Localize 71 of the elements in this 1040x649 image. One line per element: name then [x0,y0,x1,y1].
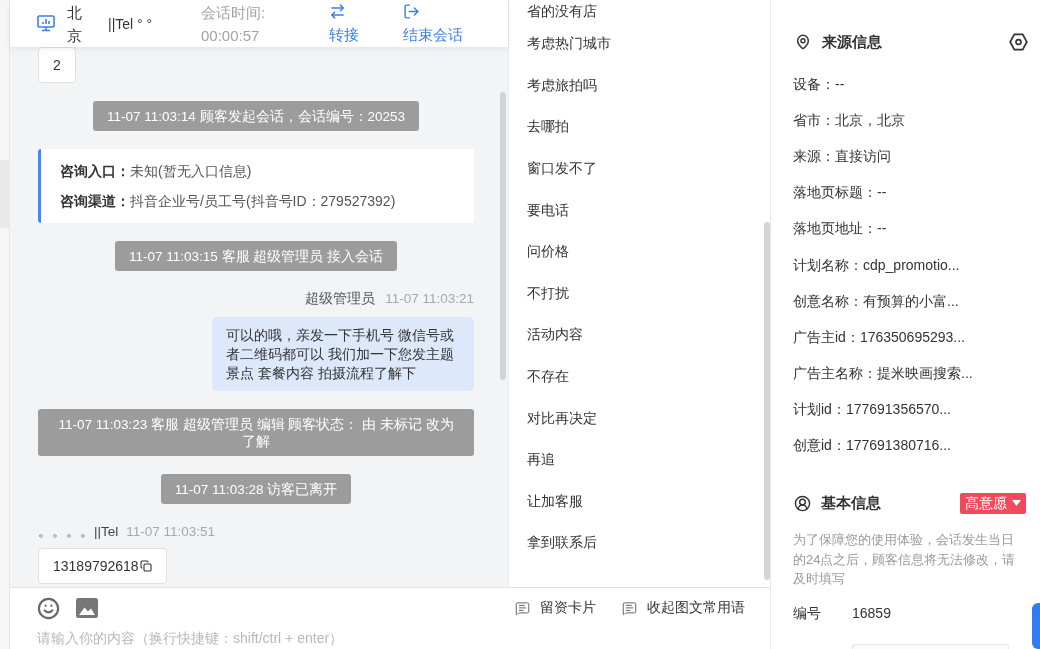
visitor-name: ||Tel ° ° [108,15,153,32]
field-value: 16859 [852,604,891,624]
image-icon[interactable] [76,598,98,618]
input-field[interactable]: 请输入你的内容（换行快捷键：shift/ctrl + enter） [37,628,737,648]
monitor-icon [37,15,55,32]
source-info-row-text: 落地页地址：-- [793,219,887,239]
copy-icon[interactable] [139,560,152,572]
location-text: 北京 [67,2,82,46]
phrase-item[interactable]: 考虑热门城市 [527,33,611,55]
message-icon [622,600,637,616]
caret-icon [1012,500,1021,507]
phrase-item[interactable]: 让加客服 [527,490,583,512]
phrase-item[interactable]: 去哪拍 [527,116,569,138]
composer-tool-button[interactable]: 收起图文常用语 [622,597,745,619]
message-icon [515,600,530,616]
phrase-item[interactable]: 对比再决定 [527,407,597,429]
input-field[interactable] [852,643,1009,649]
settings-icon[interactable] [1009,33,1028,51]
notice-text: 为了保障您的使用体验，会话发生当日的24点之后，顾客信息将无法修改，请及时填写 [793,531,1017,589]
source-info-row-text: 广告主id：176350695293... [793,327,965,347]
message-time: 11-07 11:03:21 [385,289,474,308]
phrase-item[interactable]: 不存在 [527,366,569,388]
system-notice: 11-07 11:03:15 客服 超级管理员 接入会话 [114,241,398,271]
phrase-item[interactable]: 问价格 [527,241,569,263]
phrase-item[interactable]: 再追 [527,449,555,471]
field-label: 编号 [793,604,822,624]
phrase-item[interactable]: 拿到联系后 [527,532,597,554]
phrase-item[interactable]: 省的没有店 [527,1,597,22]
info-label: 咨询渠道： [60,191,130,211]
source-info-row-text: 创意名称：有预算的小富... [793,291,959,311]
intent-tag-dropdown[interactable]: 高意愿 [960,492,1026,514]
system-notice: 11-07 11:03:28 访客已离开 [160,474,352,504]
system-notice: 11-07 11:03:23 客服 超级管理员 编辑 顾客状态： 由 未标记 改为了解 [38,409,474,456]
scrollbar-thumb[interactable] [500,92,506,380]
phrase-item[interactable]: 考虑旅拍吗 [527,74,597,96]
scrollbar-thumb[interactable] [764,222,770,580]
transfer-button[interactable]: 转接 [329,2,403,45]
info-value: 抖音企业号/员工号(抖音号ID：279527392) [130,191,396,211]
location-pin-icon [795,34,811,50]
session-time: 00:00:57 [201,25,261,46]
user-icon [794,494,811,512]
system-notice: 11-07 11:03:14 顾客发起会话，会话编号：20253 [92,101,420,131]
phrase-item[interactable]: 活动内容 [527,324,583,346]
emoji-icon[interactable] [37,596,60,620]
phrase-item[interactable]: 不打扰 [527,282,569,304]
message-bubble: 可以的哦，亲发一下手机号 微信号或者二维码都可以 我们加一下您发主题景点 套餐内容 拍摄流程了解下 [212,317,474,391]
section-title: 基本信息 [821,492,881,513]
source-info-row-text: 广告主名称：提米映画搜索... [793,364,973,384]
end-session-button[interactable]: 结束会话 [403,2,477,45]
source-info-row-text: 设备：-- [793,74,845,94]
phrase-item[interactable]: 要电话 [527,199,569,221]
info-label: 咨询入口： [60,161,130,181]
source-info-row-text: 来源：直接访问 [793,146,891,166]
source-info-row-text: 计划名称：cdp_promotio... [793,255,960,275]
message-text: 13189792618 [53,556,139,576]
source-info-row-text: 创意id：177691380716... [793,436,951,456]
composer-tool-button[interactable]: 留资卡片 [515,597,596,619]
session-time-label: 会话时间: [201,2,267,23]
source-info-row-text: 计划id：177691356570... [793,400,951,420]
swap-icon [329,2,346,20]
info-value: 未知(暂无入口信息) [130,161,252,181]
sender-name: 。。。。||Tel [38,522,119,541]
message-text: 2 [53,55,61,75]
exit-icon [403,2,420,20]
section-title: 来源信息 [822,31,882,52]
source-info-row-text: 落地页标题：-- [793,183,887,203]
side-tab[interactable] [1032,603,1040,649]
sender-name: 超级管理员 [305,289,376,308]
phrase-item[interactable]: 窗口发不了 [527,158,597,180]
message-time: 11-07 11:03:51 [126,522,216,541]
source-info-row-text: 省市：北京，北京 [793,110,905,130]
